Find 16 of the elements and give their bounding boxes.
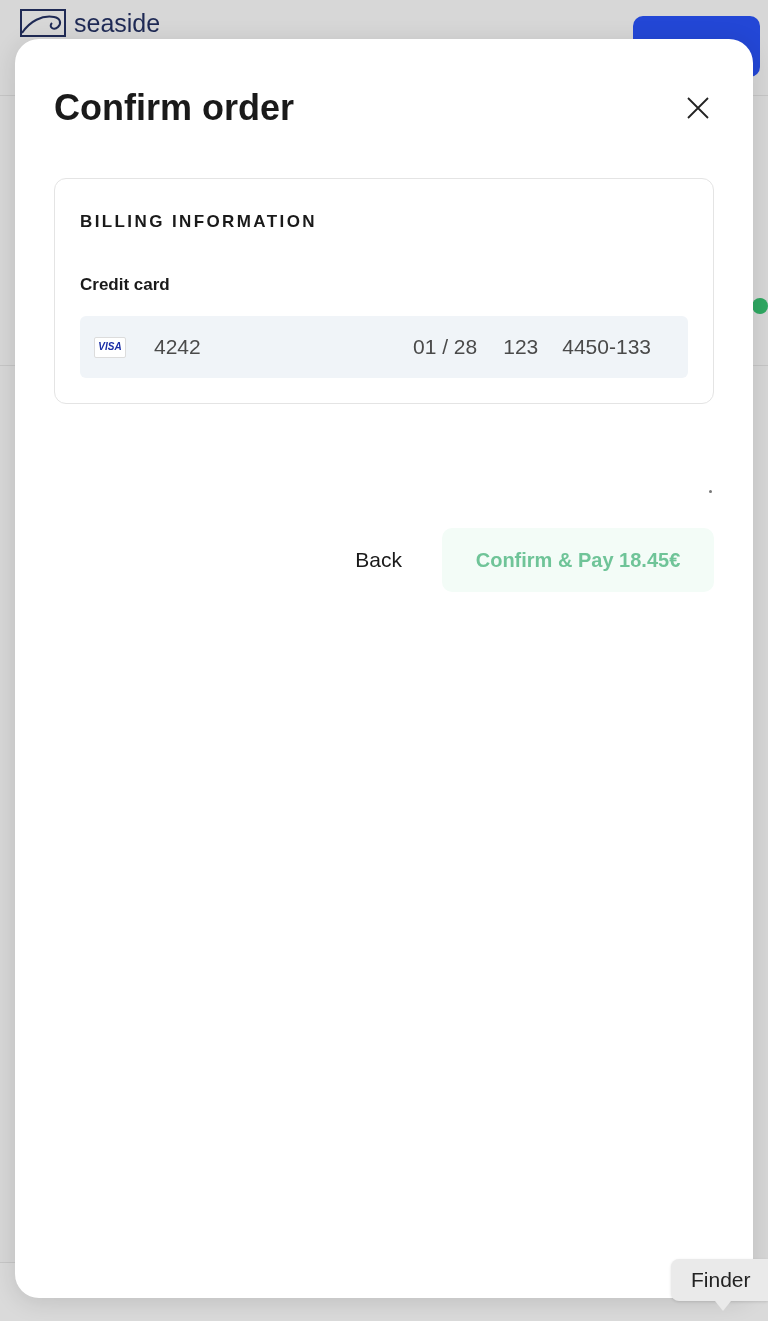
cvc-value: 123 (503, 335, 539, 359)
card-number-value: 4242 (154, 335, 201, 359)
dialog-title: Confirm order (54, 87, 294, 129)
tooltip: Finder (671, 1259, 768, 1311)
section-heading: BILLING INFORMATION (80, 212, 318, 232)
dot-icon (709, 490, 712, 493)
back-button[interactable]: Back (345, 540, 412, 580)
card-input-field[interactable]: VISA 4242 01 / 28 123 4450-133 (80, 316, 688, 378)
expiry-value: 01 / 28 (412, 335, 478, 359)
logo-text: seaside (74, 9, 161, 37)
close-button[interactable] (687, 97, 709, 119)
field-label: Credit card (80, 275, 171, 295)
postal-code-value: 4450-133 (562, 335, 651, 359)
logo-icon (20, 9, 66, 37)
close-icon (687, 97, 709, 119)
visa-icon: VISA (94, 336, 126, 358)
